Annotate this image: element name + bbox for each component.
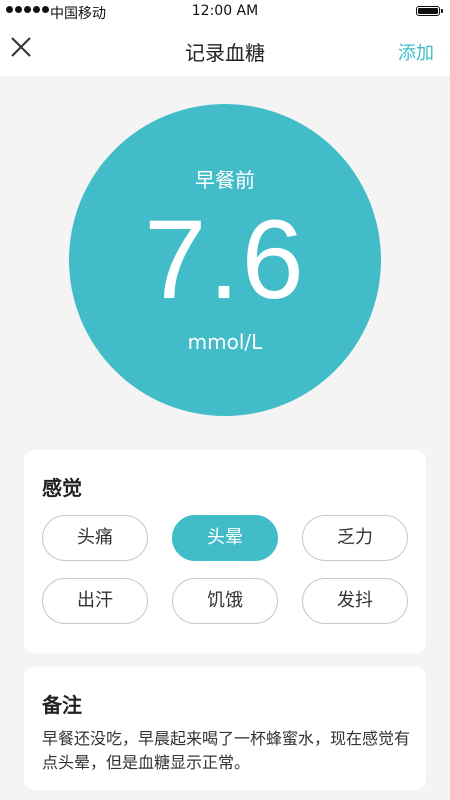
feeling-title: 感觉 [42,476,82,500]
meal-time-label: 早餐前 [195,168,255,192]
feeling-option-trembling[interactable]: 发抖 [302,578,408,624]
note-title: 备注 [42,693,82,717]
add-button[interactable]: 添加 [398,39,434,65]
glucose-reading-circle: 早餐前 7.6 mmol/L [69,104,381,416]
page-title: 记录血糖 [185,41,265,65]
feeling-option-hunger[interactable]: 饥饿 [172,578,278,624]
status-time: 12:00 AM [191,3,259,19]
battery-icon [416,6,443,16]
note-text[interactable]: 早餐还没吃，早晨起来喝了一杯蜂蜜水，现在感觉有点头晕，但是血糖显示正常。 [42,727,414,775]
feeling-card: 感觉 头痛 头晕 乏力 出汗 饥饿 发抖 [24,450,426,653]
glucose-unit: mmol/L [187,330,263,354]
navigation-bar: 记录血糖 添加 [0,24,450,76]
note-card: 备注 早餐还没吃，早晨起来喝了一杯蜂蜜水，现在感觉有点头晕，但是血糖显示正常。 [24,667,426,790]
glucose-value: 7.6 [144,197,306,322]
feeling-option-sweating[interactable]: 出汗 [42,578,148,624]
feeling-option-dizziness[interactable]: 头晕 [172,515,278,561]
status-bar: 中国移动 12:00 AM [0,0,450,24]
feeling-option-fatigue[interactable]: 乏力 [302,515,408,561]
feeling-option-headache[interactable]: 头痛 [42,515,148,561]
